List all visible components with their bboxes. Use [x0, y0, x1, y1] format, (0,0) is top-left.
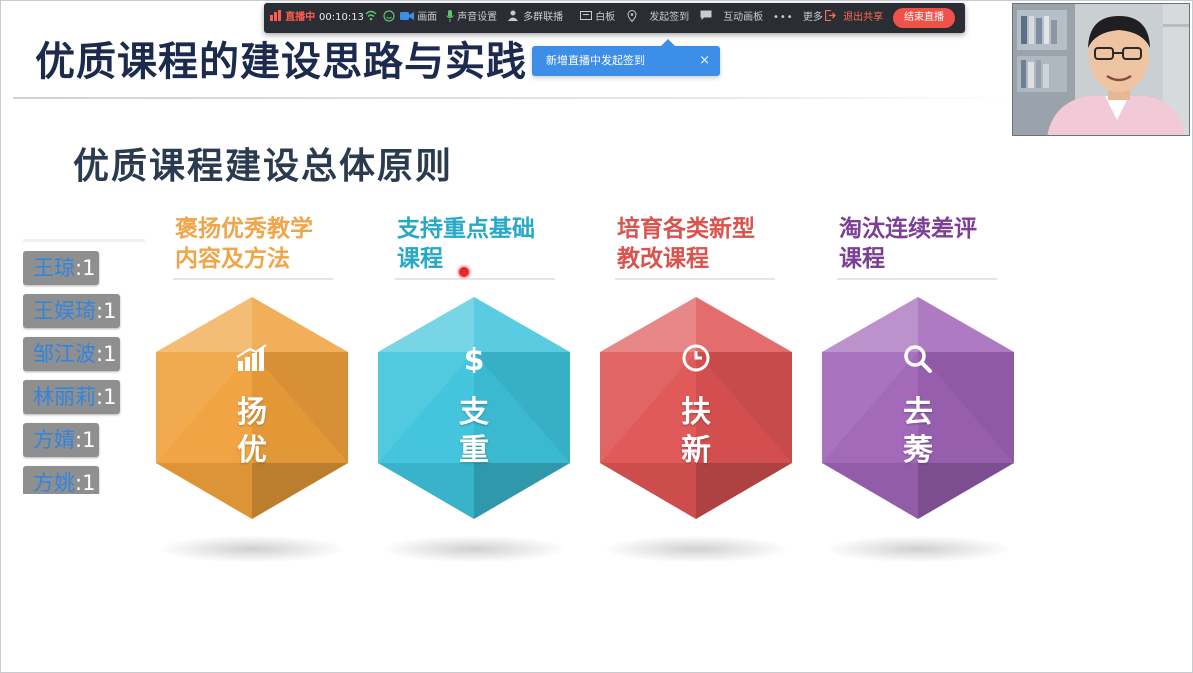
signin-name: 王娱琦 — [33, 299, 96, 323]
group-icon — [508, 10, 518, 21]
column-header-3-line-2: 教改课程 — [617, 246, 709, 272]
whiteboard-icon — [580, 11, 592, 20]
signin-name: 王琼 — [33, 256, 75, 280]
column-header-2-line-1: 支持重点基础 — [397, 216, 535, 242]
live-timer: 00:10:13 — [319, 12, 364, 23]
tooltip-text: 新增直播中发起签到 — [546, 54, 645, 67]
live-bars-icon — [270, 10, 281, 21]
toolbar-camera-label: 画面 — [417, 12, 438, 23]
signin-name: 邹江波 — [33, 342, 96, 366]
hexagon-2-shadow — [384, 536, 564, 562]
column-header-3: 培育各类新型 教改课程 — [617, 214, 777, 274]
toolbar-interactive-board[interactable]: 互动画板 — [700, 3, 763, 33]
signin-item: 方婧:1 — [23, 423, 100, 457]
tooltip-arrow — [661, 39, 675, 46]
svg-text:$: $ — [464, 343, 485, 373]
webcam-feed[interactable] — [1012, 3, 1190, 136]
toolbar-whiteboard[interactable]: 白板 — [580, 3, 615, 33]
hexagon-4: 去 莠 — [822, 297, 1014, 519]
title-divider — [13, 97, 1013, 99]
screen-share-stage: 优质课程的建设思路与实践 优质课程建设总体原则 褒扬优秀教学 内容及方法 支持重… — [0, 0, 1193, 673]
toolbar-multi-group-label: 多群联播 — [523, 12, 564, 23]
search-icon — [904, 345, 932, 373]
toolbar-audio-label: 声音设置 — [457, 12, 498, 23]
column-header-4-line-1: 淘汰连续差评 — [839, 216, 977, 242]
location-pin-icon — [627, 9, 637, 23]
signin-item: 方姚:1 — [23, 466, 100, 494]
toolbar-interactive-board-label: 互动画板 — [723, 12, 764, 23]
column-rule-2 — [395, 278, 555, 280]
column-header-4: 淘汰连续差评 课程 — [839, 214, 999, 274]
toolbar-multi-group[interactable]: 多群联播 — [508, 3, 563, 33]
signin-item: 邹江波:1 — [23, 337, 121, 371]
hexagon-3-shadow — [606, 536, 786, 562]
column-header-1: 褒扬优秀教学 内容及方法 — [175, 214, 335, 274]
camera-icon — [400, 12, 414, 20]
laser-pointer — [459, 267, 469, 277]
wifi-icon — [365, 10, 377, 21]
signin-score: :1 — [75, 471, 96, 494]
toolbar-camera[interactable]: 画面 — [400, 3, 437, 33]
hexagon-4-char-2: 莠 — [903, 433, 933, 468]
hexagon-3-char-2: 新 — [681, 433, 711, 468]
live-status: 直播中 — [270, 3, 315, 33]
hexagon-1: 扬 优 — [156, 297, 348, 519]
signin-item: 林丽莉:1 — [23, 380, 121, 414]
toolbar-start-signin[interactable]: 发起签到 — [627, 3, 689, 33]
signin-score: :1 — [96, 342, 117, 366]
exit-icon — [824, 9, 836, 22]
dollar-icon: $ — [464, 343, 485, 373]
toolbar-audio-settings[interactable]: 声音设置 — [446, 3, 497, 33]
column-rule-1 — [173, 278, 333, 280]
more-icon: ••• — [773, 12, 794, 23]
column-header-1-line-2: 内容及方法 — [175, 246, 290, 272]
hexagon-2-char-2: 重 — [459, 433, 489, 468]
signin-name: 方婧 — [33, 428, 75, 452]
presenter-video — [1013, 4, 1189, 135]
column-header-4-line-2: 课程 — [839, 246, 885, 272]
signin-score: :1 — [75, 428, 96, 452]
network-status — [365, 3, 395, 33]
chat-icon — [700, 10, 712, 20]
smile-icon — [383, 10, 395, 22]
toolbar-start-signin-label: 发起签到 — [649, 12, 690, 23]
signin-score: :1 — [96, 385, 117, 409]
bar-chart-icon — [236, 344, 267, 371]
toolbar-more[interactable]: ••• 更多 — [773, 3, 823, 33]
live-toolbar: 直播中 00:10:13 画面 声音设置 多群联播 白板 发起签到 互动画板 •… — [264, 3, 965, 33]
signin-list-divider — [23, 239, 145, 242]
signin-item: 王琼:1 — [23, 251, 100, 285]
close-icon[interactable]: × — [699, 46, 710, 76]
signin-score: :1 — [96, 299, 117, 323]
toolbar-whiteboard-label: 白板 — [595, 12, 616, 23]
section-title: 优质课程建设总体原则 — [73, 146, 454, 187]
toolbar-more-label: 更多 — [802, 12, 823, 23]
column-rule-3 — [615, 278, 775, 280]
end-live-button[interactable]: 结束直播 — [893, 8, 955, 28]
slide-title: 优质课程的建设思路与实践 — [35, 39, 527, 85]
signin-tooltip: 新增直播中发起签到 × — [532, 39, 720, 76]
signin-item: 王娱琦:1 — [23, 294, 121, 328]
column-header-3-line-1: 培育各类新型 — [617, 216, 755, 242]
live-status-label: 直播中 — [285, 12, 316, 23]
microphone-icon — [446, 10, 454, 22]
column-header-2: 支持重点基础 课程 — [397, 214, 557, 274]
signin-score: :1 — [75, 256, 96, 280]
toolbar-exit-share[interactable]: 退出共享 — [824, 3, 884, 33]
hexagon-4-shadow — [828, 536, 1008, 562]
column-header-2-line-2: 课程 — [397, 246, 443, 272]
hexagon-1-char-2: 优 — [237, 433, 267, 468]
signin-name: 林丽莉 — [33, 385, 96, 409]
column-rule-4 — [837, 278, 997, 280]
column-header-1-line-1: 褒扬优秀教学 — [175, 216, 313, 242]
hexagon-1-shadow — [162, 536, 342, 562]
toolbar-exit-share-label: 退出共享 — [843, 12, 884, 23]
hexagon-2: $ 支 重 — [378, 297, 570, 519]
signin-list[interactable]: 王琼:1 王娱琦:1 邹江波:1 林丽莉:1 方婧:1 方姚:1 — [23, 251, 153, 494]
clock-icon — [682, 344, 710, 372]
signin-name: 方姚 — [33, 471, 75, 494]
hexagon-3: 扶 新 — [600, 297, 792, 519]
